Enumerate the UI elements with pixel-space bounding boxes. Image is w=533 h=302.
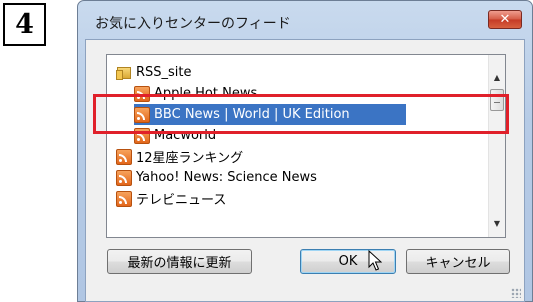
step-number-badge: 4 xyxy=(3,3,46,46)
triangle-down-icon: ▼ xyxy=(493,219,501,228)
list-item-horoscope-ranking[interactable]: 12星座ランキング xyxy=(116,146,249,167)
rss-feed-icon xyxy=(134,127,150,144)
resize-grip[interactable] xyxy=(511,288,521,298)
list-item-label: Yahoo! News: Science News xyxy=(136,170,317,185)
cancel-button-label: キャンセル xyxy=(425,256,491,271)
list-item-bbc-news-selected[interactable]: BBC News | World | UK Edition xyxy=(134,104,406,125)
update-latest-button[interactable]: 最新の情報に更新 xyxy=(107,249,252,274)
update-latest-button-label: 最新の情報に更新 xyxy=(127,256,232,271)
dialog-body: RSS_site Apple Hot News BBC News | World… xyxy=(85,39,525,302)
list-item-apple-hot-news[interactable]: Apple Hot News xyxy=(134,83,263,104)
list-item-label: 12星座ランキング xyxy=(136,151,244,166)
list-item-label: テレビニュース xyxy=(136,193,227,208)
list-item-macworld[interactable]: Macworld xyxy=(134,125,222,146)
ok-button-label: OK xyxy=(338,254,358,269)
list-item-label: RSS_site xyxy=(136,65,192,80)
dialog-title: お気に入りセンターのフィード xyxy=(95,16,291,32)
rss-feed-icon xyxy=(116,148,132,165)
mouse-pointer-icon xyxy=(368,250,382,271)
scroll-thumb[interactable] xyxy=(490,89,504,111)
close-button[interactable]: ✕ xyxy=(488,10,522,29)
list-item-label: BBC News | World | UK Edition xyxy=(154,107,350,122)
triangle-up-icon: ▲ xyxy=(493,73,501,82)
folder-icon xyxy=(116,65,132,81)
list-item-yahoo-science-news[interactable]: Yahoo! News: Science News xyxy=(116,167,323,188)
list-item-label: Apple Hot News xyxy=(154,86,258,101)
rss-feed-icon xyxy=(134,106,150,123)
cancel-button[interactable]: キャンセル xyxy=(406,249,510,274)
rss-feed-icon xyxy=(116,190,132,207)
list-item-label: Macworld xyxy=(154,128,217,143)
close-icon: ✕ xyxy=(499,12,511,27)
favorites-feeds-dialog: お気に入りセンターのフィード ✕ RSS_site Apple Hot News… xyxy=(77,0,533,302)
rss-feed-icon xyxy=(116,169,132,186)
scroll-down-button[interactable]: ▼ xyxy=(489,215,505,232)
rss-feed-icon xyxy=(134,85,150,102)
list-item-tv-news[interactable]: テレビニュース xyxy=(116,188,232,209)
scroll-up-button[interactable]: ▲ xyxy=(489,69,505,86)
feed-tree-list[interactable]: RSS_site Apple Hot News BBC News | World… xyxy=(106,54,506,238)
vertical-scrollbar[interactable]: ▲ ▼ xyxy=(488,55,505,237)
list-item-rss-site-folder[interactable]: RSS_site xyxy=(116,62,198,83)
